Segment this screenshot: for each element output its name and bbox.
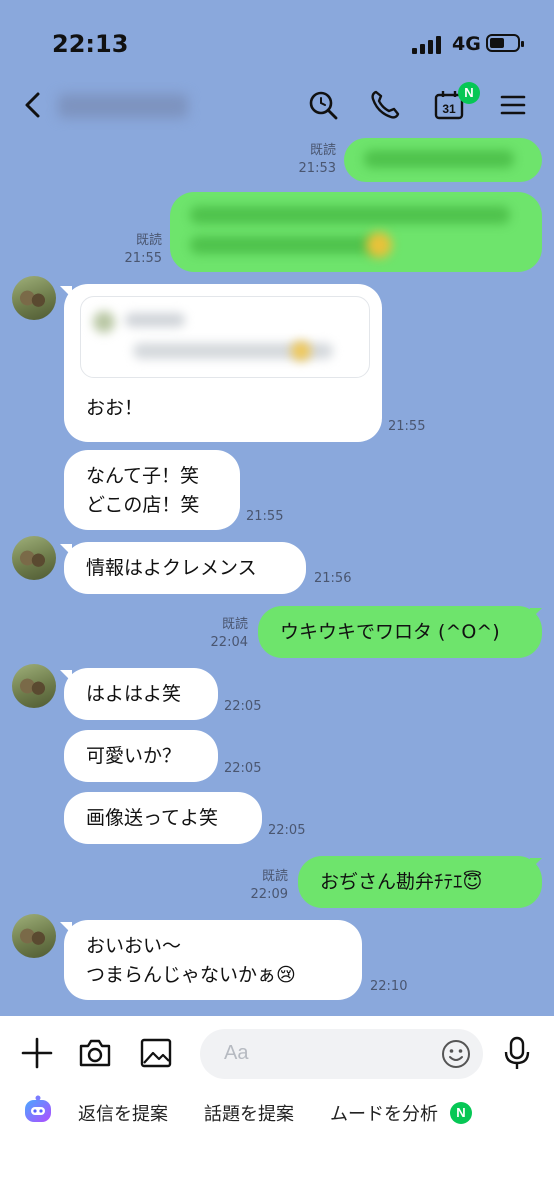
message-text: つまらんじゃないかぁ😢: [86, 964, 296, 986]
message-text: おぢさん勘弁ﾁﾃｴ😇: [320, 871, 483, 893]
outgoing-message-bubble[interactable]: ウキウキでワロタ (^O^): [258, 606, 542, 658]
message-meta: 既読 22:04: [196, 616, 248, 652]
calendar-button[interactable]: 31 N: [432, 82, 480, 122]
message-time: 22:09: [250, 887, 288, 902]
ai-assistant-button[interactable]: [22, 1094, 54, 1126]
quoted-message[interactable]: [80, 296, 370, 378]
voice-input-button[interactable]: [498, 1034, 536, 1072]
avatar[interactable]: [12, 536, 56, 580]
message-meta: 既読 22:09: [236, 868, 288, 904]
call-button[interactable]: [368, 88, 402, 122]
mood-new-badge: N: [450, 1102, 472, 1124]
message-list[interactable]: 既読 21:53 既読 21:55 おお！ 21:55 なんて子！笑 どこの店！…: [0, 134, 554, 1016]
message-time: 21:55: [246, 509, 284, 524]
blurred-emoji: [291, 341, 311, 361]
avatar[interactable]: [12, 914, 56, 958]
suggest-topic-chip[interactable]: 話題を提案: [204, 1100, 294, 1126]
incoming-message-bubble[interactable]: 可愛いか？: [64, 730, 218, 782]
add-button[interactable]: [18, 1034, 56, 1072]
message-text: おお！: [86, 397, 144, 419]
chat-header: 31 N: [0, 78, 554, 134]
message-text: 可愛いか？: [86, 745, 182, 767]
chevron-left-icon: [25, 92, 40, 118]
hamburger-menu-icon: [500, 95, 526, 115]
microphone-icon: [504, 1036, 530, 1069]
outgoing-message-bubble[interactable]: [344, 138, 542, 182]
message-meta: 既読 21:55: [110, 232, 162, 268]
message-input-field[interactable]: [200, 1029, 483, 1079]
incoming-message-bubble[interactable]: おいおい〜 つまらんじゃないかぁ😢: [64, 920, 362, 1000]
message-text: どこの店！笑: [86, 494, 200, 516]
read-receipt: 既読: [309, 143, 336, 158]
image-button[interactable]: [137, 1034, 175, 1072]
analyze-mood-chip[interactable]: ムードを分析: [330, 1100, 438, 1126]
suggest-reply-chip[interactable]: 返信を提案: [78, 1100, 168, 1126]
calendar-day: 31: [442, 102, 456, 116]
blurred-text: [125, 313, 185, 327]
incoming-message-bubble[interactable]: はよはよ笑: [64, 668, 218, 720]
message-time: 21:53: [298, 161, 336, 176]
message-text: ウキウキでワロタ (^O^): [280, 621, 500, 643]
outgoing-message-bubble[interactable]: おぢさん勘弁ﾁﾃｴ😇: [298, 856, 542, 908]
incoming-message-bubble[interactable]: おお！: [64, 284, 382, 442]
message-time: 21:55: [124, 251, 162, 266]
back-button[interactable]: [18, 88, 52, 122]
incoming-message-bubble[interactable]: なんて子！笑 どこの店！笑: [64, 450, 240, 530]
message-time: 22:05: [224, 761, 262, 776]
read-receipt: 既読: [221, 617, 248, 632]
camera-icon: [79, 1039, 111, 1067]
read-receipt: 既読: [135, 233, 162, 248]
message-text: 情報はよクレメンス: [86, 557, 257, 579]
message-time: 22:05: [224, 699, 262, 714]
avatar[interactable]: [12, 664, 56, 708]
incoming-message-bubble[interactable]: 画像送ってよ笑: [64, 792, 262, 844]
message-meta: 既読 21:53: [284, 142, 336, 178]
search-icon: [309, 91, 338, 120]
message-input[interactable]: [222, 1041, 426, 1066]
camera-button[interactable]: [76, 1034, 114, 1072]
message-time: 21:56: [314, 571, 352, 586]
blurred-text: [190, 206, 510, 224]
menu-button[interactable]: [496, 88, 530, 122]
emoji-button[interactable]: [440, 1038, 472, 1070]
status-bar: 22:13 4G: [0, 0, 554, 90]
search-button[interactable]: [306, 88, 340, 122]
chat-partner-name[interactable]: [58, 94, 188, 118]
blurred-emoji: [366, 232, 392, 258]
message-text: 画像送ってよ笑: [86, 807, 219, 829]
status-time: 22:13: [52, 30, 129, 58]
blurred-text: [190, 236, 380, 254]
blurred-text: [364, 150, 514, 168]
image-icon: [140, 1038, 172, 1068]
blurred-avatar: [93, 311, 115, 333]
phone-icon: [371, 90, 400, 119]
message-time: 22:10: [370, 979, 408, 994]
message-text: おいおい〜: [86, 935, 182, 957]
ai-bot-icon: [25, 1095, 51, 1122]
signal-icon: [412, 36, 442, 54]
plus-icon: [21, 1037, 53, 1069]
message-time: 22:05: [268, 823, 306, 838]
outgoing-message-bubble[interactable]: [170, 192, 542, 272]
incoming-message-bubble[interactable]: 情報はよクレメンス: [64, 542, 306, 594]
message-time: 22:04: [210, 635, 248, 650]
message-time: 21:55: [388, 419, 426, 434]
calendar-new-badge: N: [458, 82, 480, 104]
read-receipt: 既読: [261, 869, 288, 884]
battery-icon: [486, 34, 524, 52]
avatar[interactable]: [12, 276, 56, 320]
message-text: はよはよ笑: [86, 683, 182, 705]
message-text: なんて子！笑: [86, 465, 200, 487]
network-type: 4G: [452, 33, 481, 55]
smiley-icon: [442, 1040, 470, 1068]
